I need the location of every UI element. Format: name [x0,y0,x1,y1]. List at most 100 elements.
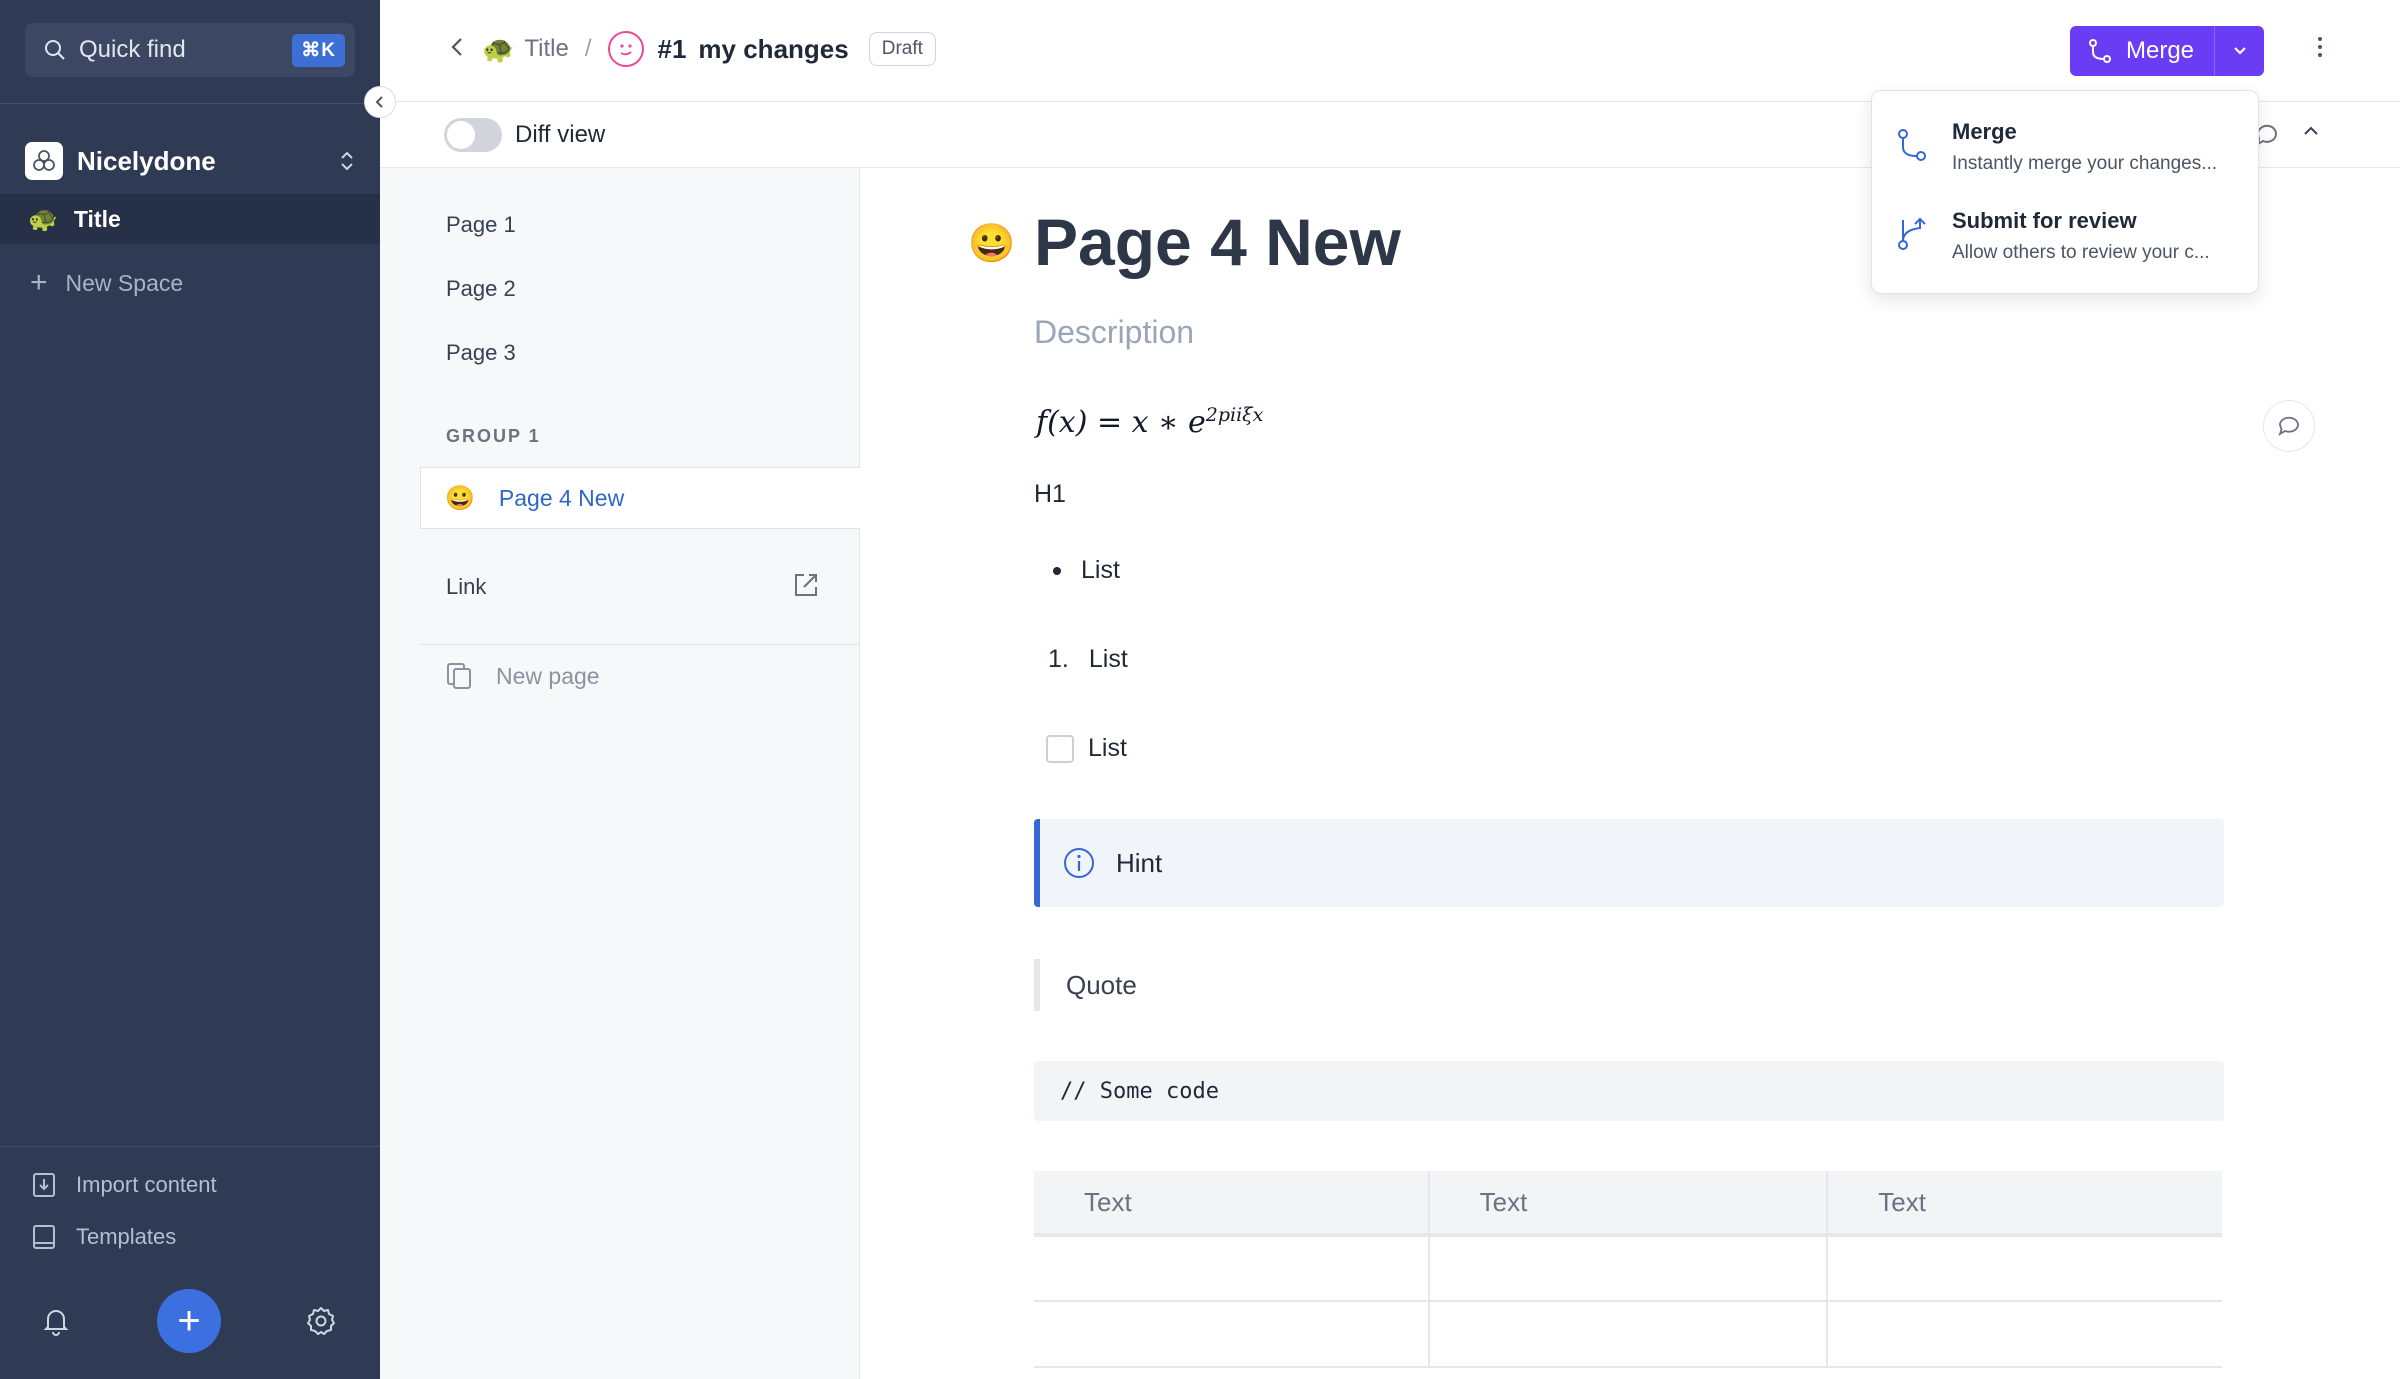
shortcut-badge: ⌘K [292,33,345,67]
gear-icon [307,1307,335,1335]
notifications-button[interactable] [42,1306,70,1341]
sidebar-item-label: Title [73,205,121,232]
merge-icon [1898,129,1926,161]
templates-icon [33,1225,55,1249]
hint-text: Hint [1116,847,1163,878]
breadcrumb: 🐢 Title / #1 my changes Draft [450,31,936,67]
menu-item-title: Submit for review [1952,208,2137,233]
plus-icon: + [30,266,48,299]
hint-block[interactable]: Hint [1034,819,2224,907]
import-content-button[interactable]: Import content [32,1172,217,1198]
merge-button[interactable]: Merge [2070,26,2214,76]
math-block[interactable]: f(x) = x ∗ e2piiξx [1036,404,1263,440]
toggle-knob [447,121,475,149]
page-emoji-icon: 😀 [445,484,475,512]
bullet-marker [1053,566,1061,575]
table-header-cell[interactable]: Text [1428,1171,1829,1237]
search-icon [45,40,65,60]
breadcrumb-separator: / [584,35,592,62]
change-request-number: #1 [657,33,687,64]
import-icon [33,1173,55,1197]
merge-icon [2089,39,2111,63]
diff-view-toggle[interactable] [444,118,502,152]
new-space-label: New Space [65,269,184,296]
document-editor: 😀 Page 4 New Description f(x) = x ∗ e2pi… [861,168,2400,1379]
back-button[interactable] [450,34,464,65]
sidebar-divider [0,103,380,104]
page-navigation: Page 1 Page 2 Page 3 GROUP 1 😀 Page 4 Ne… [380,168,860,1379]
collapse-toolbar-button[interactable] [2302,124,2320,143]
settings-button[interactable] [305,1305,337,1342]
page-link-active[interactable]: 😀 Page 4 New [420,467,860,529]
quick-find-button[interactable]: Quick find ⌘K [25,23,355,77]
list-item-text: List [1081,556,1120,584]
add-comment-button[interactable] [2263,400,2315,452]
space-switcher[interactable]: Nicelydone [25,140,355,182]
table-block[interactable]: Text Text Text [1034,1171,2222,1368]
page-emoji-icon[interactable]: 😀 [968,222,1015,266]
table-header-cell[interactable]: Text [1827,1171,2222,1237]
collapse-sidebar-button[interactable] [364,86,396,118]
templates-button[interactable]: Templates [32,1224,176,1250]
new-page-button[interactable]: New page [446,662,600,690]
more-options-button[interactable] [2306,34,2334,60]
table-cell[interactable] [1034,1235,1430,1302]
expand-collapse-icon [341,151,353,171]
list-item-text: List [1088,645,1128,673]
external-link[interactable]: Link [446,574,486,600]
page-link[interactable]: Page 1 [446,212,516,238]
plus-icon: + [177,1298,201,1343]
new-page-icon [447,663,471,689]
chevron-up-icon [2304,126,2318,135]
breadcrumb-title-link[interactable]: Title [524,35,568,63]
sidebar-item-title[interactable]: 🐢 Title [0,194,380,244]
task-list-item[interactable]: List [1046,734,1127,763]
table-cell[interactable] [1034,1301,1430,1368]
new-page-label: New page [496,662,600,689]
heading-block[interactable]: H1 [1034,480,1066,509]
table-header-cell[interactable]: Text [1034,1171,1430,1237]
merge-button-label: Merge [2126,37,2195,64]
sidebar: Quick find ⌘K Nicelydone 🐢 Title + New S… [0,0,380,1379]
quote-block[interactable]: Quote [1034,959,1137,1011]
table-cell[interactable] [1428,1235,1829,1302]
quick-find-label: Quick find [79,36,186,63]
page-title[interactable]: Page 4 New [1034,204,1401,280]
merge-options-menu: Merge Instantly merge your changes... Su… [1871,90,2259,294]
menu-item-description: Allow others to review your c... [1952,242,2210,263]
new-space-button[interactable]: + New Space [30,266,183,300]
merge-button-group: Merge [2070,26,2265,76]
top-bar: 🐢 Title / #1 my changes Draft Merge [380,0,2400,102]
turtle-icon: 🐢 [482,33,515,64]
sidebar-divider-bottom [0,1146,380,1147]
table-row [1034,1235,2222,1302]
merge-options-toggle[interactable] [2214,26,2264,76]
table-cell[interactable] [1827,1301,2222,1368]
import-content-label: Import content [76,1172,217,1197]
chevron-left-icon [375,96,383,108]
templates-label: Templates [76,1224,177,1249]
menu-item-title: Merge [1952,119,2017,144]
list-item-text: List [1088,734,1127,762]
page-description[interactable]: Description [1034,314,1194,351]
external-link-icon [792,571,820,604]
turtle-icon: 🐢 [28,205,58,233]
chevron-down-icon [2233,47,2246,55]
table-cell[interactable] [1827,1235,2222,1302]
menu-item-submit-review[interactable]: Submit for review Allow others to review… [1896,208,2232,264]
bell-icon [43,1310,69,1336]
bullet-list-item[interactable]: List [1053,556,1120,585]
page-link[interactable]: Page 2 [446,276,516,302]
numbered-list-item[interactable]: 1. List [1048,645,1128,674]
menu-item-merge[interactable]: Merge Instantly merge your changes... [1896,119,2232,175]
create-button[interactable]: + [157,1289,221,1353]
menu-item-description: Instantly merge your changes... [1952,153,2218,174]
comment-icon [2278,416,2299,437]
table-cell[interactable] [1428,1301,1829,1368]
change-avatar-icon [607,31,644,67]
change-request-name: my changes [698,33,849,64]
page-link[interactable]: Page 3 [446,340,516,366]
code-block[interactable]: // Some code [1034,1061,2224,1121]
task-checkbox[interactable] [1046,734,1074,763]
table-header-row: Text Text Text [1034,1171,2222,1237]
